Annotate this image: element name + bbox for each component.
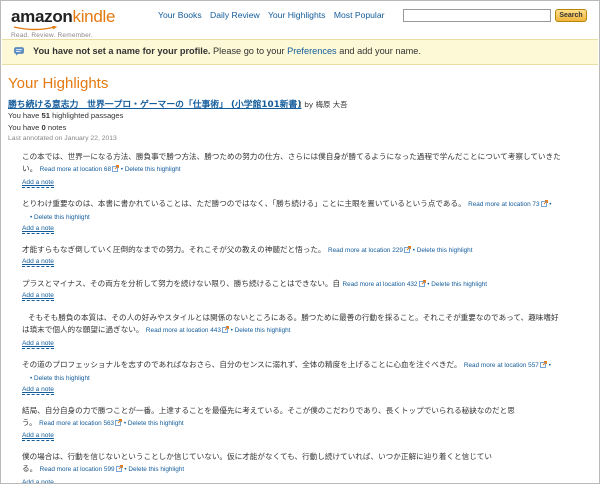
link-separator: •: [547, 201, 552, 208]
highlight-actions-line: • Delete this highlight: [22, 372, 551, 385]
highlight-item: この本では、世界一になる方法、勝負事で勝つ方法、勝つための努力の仕方、さらには僕…: [22, 151, 561, 176]
read-more-link[interactable]: Read more at location 563: [39, 420, 114, 427]
delete-highlight-link[interactable]: Delete this highlight: [128, 420, 184, 427]
read-more-link[interactable]: Read more at location 557: [464, 362, 539, 369]
external-link-icon: [112, 165, 119, 172]
highlight-text-line: 結局、自分自身の力で勝つことが一番。上達することを最優先に考えている。そこが僕の…: [22, 406, 515, 415]
nav-most-popular[interactable]: Most Popular: [334, 10, 385, 20]
highlight-text-line: 才能すらもなぎ倒していく圧倒的なまでの努力。それこそが父の教えの神髄だと悟った。…: [22, 245, 473, 254]
passages-count: 51: [41, 111, 50, 120]
page-title: Your Highlights: [8, 75, 109, 92]
delete-highlight-link[interactable]: Delete this highlight: [235, 327, 291, 334]
external-link-icon: [418, 280, 426, 287]
profile-notice: You have not set a name for your profile…: [2, 39, 598, 65]
delete-highlight-link[interactable]: Delete this highlight: [34, 214, 90, 221]
highlight-item: 僕の場合は、行動を信じないということしか信じていない。仮に才能がなくても、行動し…: [22, 451, 492, 476]
add-note-link[interactable]: Add a note: [22, 225, 54, 234]
page-frame: amazonkindle Read. Review. Remember. You…: [0, 0, 600, 484]
add-note-link[interactable]: Add a note: [22, 386, 54, 395]
search-input[interactable]: [403, 9, 551, 22]
link-separator: •: [546, 362, 551, 369]
search-button[interactable]: Search: [555, 9, 587, 22]
read-more-link[interactable]: Read more at location 229: [328, 247, 403, 254]
highlight-text-line: い。 Read more at location 68 • Delete thi…: [22, 164, 181, 173]
read-more-link[interactable]: Read more at location 432: [343, 281, 418, 288]
logo-accent: kindle: [72, 7, 116, 26]
last-annotated: Last annotated on January 22, 2013: [8, 135, 117, 142]
highlight-text-line: は瑣末で個人的な願望に過ぎない。 Read more at location 4…: [22, 325, 291, 334]
highlight-text-line: そもそも勝負の本質は、その人の好みやスタイルとは関係のないところにある。勝つため…: [28, 313, 559, 322]
highlight-item: とりわけ重要なのは、本書に書かれていることは、ただ勝つのではなく、「勝ち続ける」…: [22, 198, 552, 224]
delete-highlight-link[interactable]: Delete this highlight: [417, 247, 473, 254]
add-note-link[interactable]: Add a note: [22, 340, 54, 349]
highlight-text-line: る。 Read more at location 599 • Delete th…: [22, 464, 185, 473]
book-author: ( by 梅原 大吾: [299, 100, 348, 109]
highlight-text-line: 僕の場合は、行動を信じないということしか信じていない。仮に才能がなくても、行動し…: [22, 452, 492, 461]
top-navigation: Your Books Daily Review Your Highlights …: [158, 10, 390, 20]
delete-highlight-link[interactable]: Delete this highlight: [125, 166, 181, 173]
preferences-link[interactable]: Preferences: [287, 46, 337, 56]
external-link-icon: [540, 200, 548, 207]
passages-count-line: You have 51 highlighted passages: [8, 111, 124, 120]
smile-arrow-icon: [13, 26, 58, 31]
external-link-icon: [404, 246, 411, 253]
add-note-link[interactable]: Add a note: [22, 432, 54, 441]
external-link-icon: [539, 361, 547, 368]
add-note-link[interactable]: Add a note: [22, 179, 54, 188]
delete-highlight-link[interactable]: Delete this highlight: [128, 466, 184, 473]
add-note-link[interactable]: Add a note: [22, 479, 54, 483]
highlight-item: 才能すらもなぎ倒していく圧倒的なまでの努力。それこそが父の教えの神髄だと悟った。…: [22, 244, 473, 257]
notice-text-pre: Please go to your: [210, 46, 288, 56]
highlight-actions-line: • Delete this highlight: [22, 211, 552, 224]
read-more-link[interactable]: Read more at location 68: [40, 166, 111, 173]
nav-daily-review[interactable]: Daily Review: [210, 10, 260, 20]
highlight-item: プラスとマイナス、その両方を分析して努力を続けない限り、勝ち続けることはできない…: [22, 278, 487, 291]
highlight-item: 結局、自分自身の力で勝つことが一番。上達することを最優先に考えている。そこが僕の…: [22, 405, 515, 430]
read-more-link[interactable]: Read more at location 443: [146, 327, 221, 334]
delete-highlight-link[interactable]: Delete this highlight: [431, 281, 487, 288]
external-link-icon: [115, 465, 123, 472]
logo-main: amazon: [11, 7, 73, 26]
highlight-text-line: プラスとマイナス、その両方を分析して努力を続けない限り、勝ち続けることはできない…: [22, 279, 488, 288]
notes-count-line: You have 0 notes: [8, 123, 67, 132]
add-note-link[interactable]: Add a note: [22, 292, 54, 301]
notice-text-post: and add your name.: [336, 46, 421, 56]
read-more-link[interactable]: Read more at location 73: [468, 201, 539, 208]
speech-bubble-icon: [14, 47, 24, 56]
highlight-text-line: その道のプロフェッショナルを志すのであればなおさら、自分のセンスに溺れず、全体の…: [22, 360, 551, 369]
read-more-link[interactable]: Read more at location 599: [40, 466, 115, 473]
logo-tagline: Read. Review. Remember.: [11, 32, 93, 39]
book-title-link[interactable]: 勝ち続ける意志力 世界一プロ・ゲーマーの「仕事術」 (小学館101新書): [8, 97, 301, 110]
highlight-text-line: とりわけ重要なのは、本書に書かれていることは、ただ勝つのではなく、「勝ち続ける」…: [22, 199, 552, 208]
nav-your-highlights[interactable]: Your Highlights: [268, 10, 326, 20]
highlight-text-line: この本では、世界一になる方法、勝負事で勝つ方法、勝つための努力の仕方、さらには僕…: [22, 152, 561, 161]
highlight-item: その道のプロフェッショナルを志すのであればなおさら、自分のセンスに溺れず、全体の…: [22, 359, 551, 385]
nav-your-books[interactable]: Your Books: [158, 10, 202, 20]
external-link-icon: [221, 326, 229, 333]
highlight-item: そもそも勝負の本質は、その人の好みやスタイルとは関係のないところにある。勝つため…: [22, 312, 559, 337]
amazon-kindle-logo[interactable]: amazonkindle Read. Review. Remember.: [11, 7, 115, 39]
delete-highlight-link[interactable]: Delete this highlight: [34, 375, 90, 382]
add-note-link[interactable]: Add a note: [22, 258, 54, 267]
notice-bold-text: You have not set a name for your profile…: [33, 46, 211, 56]
highlight-text-line: う。 Read more at location 563 • Delete th…: [22, 418, 184, 427]
